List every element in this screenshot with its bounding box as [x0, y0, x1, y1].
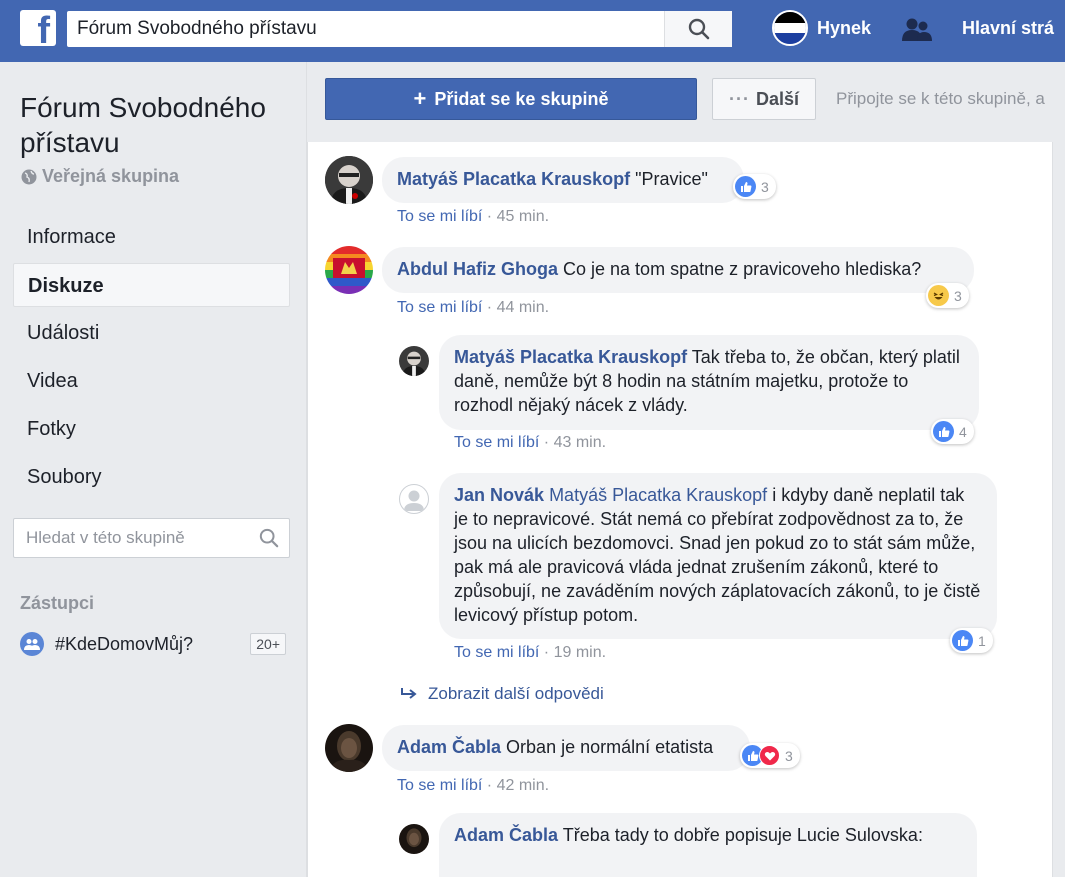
comment-bubble: Matyáš Placatka Krauskopf "Pravice"	[382, 157, 744, 203]
reaction-count: 4	[959, 423, 967, 440]
search-button[interactable]	[664, 11, 732, 47]
haha-reaction-icon	[928, 285, 949, 306]
reaction-summary[interactable]: 1	[950, 628, 993, 653]
comment-author[interactable]: Matyáš Placatka Krauskopf	[397, 169, 630, 189]
group-privacy: Veřejná skupina	[21, 166, 179, 187]
comment-meta: To se mi líbí · 43 min.	[454, 434, 607, 451]
like-link[interactable]: To se mi líbí	[454, 434, 539, 451]
like-link[interactable]: To se mi líbí	[397, 299, 482, 316]
reaction-count: 3	[954, 287, 962, 304]
like-link[interactable]: To se mi líbí	[397, 777, 482, 794]
more-replies-label: Zobrazit další odpovědi	[428, 684, 604, 703]
group-nav: Informace Diskuze Události Videa Fotky S…	[13, 215, 290, 503]
group-icon	[20, 632, 44, 656]
comment-text: "Pravice"	[635, 169, 708, 189]
nav-item-fotky[interactable]: Fotky	[13, 407, 290, 451]
comment-author[interactable]: Matyáš Placatka Krauskopf	[454, 347, 687, 367]
globe-icon	[21, 169, 37, 184]
profile-link[interactable]: Hynek	[772, 10, 871, 46]
mention-link[interactable]: Matyáš Placatka Krauskopf	[549, 485, 767, 505]
group-search-button[interactable]	[249, 528, 289, 548]
search-icon	[688, 18, 709, 40]
comment-bubble: Adam Čabla Orban je normální etatista	[382, 725, 750, 771]
love-reaction-icon	[759, 745, 780, 766]
plus-icon: +	[413, 86, 427, 111]
friend-requests-icon[interactable]	[902, 17, 934, 48]
timestamp[interactable]: 19 min.	[554, 644, 606, 661]
avatar[interactable]	[399, 346, 429, 376]
more-button[interactable]: ··· Další	[712, 78, 816, 120]
search-icon	[259, 528, 279, 548]
reply-bubble: Adam Čabla Třeba tady to dobře popisuje …	[439, 813, 977, 877]
comment-author[interactable]: Adam Čabla	[397, 737, 501, 757]
nav-item-diskuze[interactable]: Diskuze	[13, 263, 290, 307]
comment-text: Orban je normální etatista	[506, 737, 714, 757]
avatar[interactable]	[399, 824, 429, 854]
reaction-count: 3	[761, 178, 769, 195]
left-sidebar: Fórum Svobodného přístavu Veřejná skupin…	[0, 62, 307, 877]
like-reaction-icon	[735, 176, 756, 197]
comment-meta: To se mi líbí · 45 min.	[397, 208, 550, 225]
nav-item-videa[interactable]: Videa	[13, 359, 290, 403]
group-title[interactable]: Fórum Svobodného přístavu	[20, 90, 300, 160]
comment-bubble: Abdul Hafiz Ghoga Co je na tom spatne z …	[382, 247, 974, 293]
reaction-count: 1	[978, 632, 986, 649]
nav-item-soubory[interactable]: Soubory	[13, 455, 290, 499]
comment-meta: To se mi líbí · 19 min.	[454, 644, 607, 661]
like-reaction-icon	[933, 421, 954, 442]
user-name: Hynek	[817, 17, 872, 38]
nav-item-udalosti[interactable]: Události	[13, 311, 290, 355]
avatar[interactable]	[325, 246, 373, 294]
nav-item-informace[interactable]: Informace	[13, 215, 290, 259]
like-reaction-icon	[952, 630, 973, 651]
join-group-label: Přidat se ke skupině	[434, 88, 609, 109]
reaction-summary[interactable]: 3	[740, 743, 800, 768]
comment-text: Co je na tom spatne z pravicoveho hledis…	[563, 259, 922, 279]
comment-author[interactable]: Jan Novák	[454, 485, 544, 505]
top-bar: f Hynek Hlavní strá	[0, 0, 1065, 62]
more-replies-link[interactable]: Zobrazit další odpovědi	[400, 684, 604, 704]
count-badge: 20+	[250, 633, 286, 655]
home-link[interactable]: Hlavní strá	[962, 18, 1054, 39]
reply-arrow-icon	[401, 688, 417, 699]
representatives-heading: Zástupci	[20, 593, 95, 613]
like-link[interactable]: To se mi líbí	[454, 644, 539, 661]
join-hint: Připojte se k této skupině, a	[836, 89, 1045, 108]
facebook-logo-icon[interactable]: f	[20, 10, 56, 50]
reaction-summary[interactable]: 3	[733, 174, 776, 199]
reply-bubble: Jan Novák Matyáš Placatka Krauskopf i kd…	[439, 473, 997, 639]
timestamp[interactable]: 44 min.	[497, 299, 549, 316]
join-group-button[interactable]: + Přidat se ke skupině	[325, 78, 697, 120]
comment-meta: To se mi líbí · 42 min.	[397, 777, 550, 794]
avatar	[772, 10, 808, 46]
avatar[interactable]	[325, 724, 373, 772]
comment-text: Třeba tady to dobře popisuje Lucie Sulov…	[562, 825, 923, 845]
more-label: Další	[755, 88, 799, 109]
avatar[interactable]	[325, 156, 373, 204]
reply-bubble: Matyáš Placatka Krauskopf Tak třeba to, …	[439, 335, 979, 430]
reaction-count: 3	[785, 747, 793, 764]
search-box	[67, 11, 732, 47]
representative-item[interactable]: #KdeDomovMůj? 20+	[20, 632, 286, 656]
comment-text: i kdyby daně neplatil tak je to nepravic…	[454, 485, 981, 625]
reaction-summary[interactable]: 4	[931, 419, 974, 444]
representative-name: #KdeDomovMůj?	[55, 633, 194, 654]
group-search-input[interactable]	[14, 528, 249, 548]
comment-author[interactable]: Adam Čabla	[454, 825, 558, 845]
comment-author[interactable]: Abdul Hafiz Ghoga	[397, 259, 558, 279]
reaction-summary[interactable]: 3	[926, 283, 969, 308]
timestamp[interactable]: 45 min.	[497, 208, 549, 225]
group-search	[13, 518, 290, 558]
timestamp[interactable]: 43 min.	[554, 434, 606, 451]
comment-meta: To se mi líbí · 44 min.	[397, 299, 550, 316]
timestamp[interactable]: 42 min.	[497, 777, 549, 794]
like-link[interactable]: To se mi líbí	[397, 208, 482, 225]
ellipsis-icon: ···	[728, 88, 750, 109]
avatar[interactable]	[399, 484, 429, 514]
group-type-label: Veřejná skupina	[42, 166, 180, 186]
search-input[interactable]	[67, 11, 664, 47]
